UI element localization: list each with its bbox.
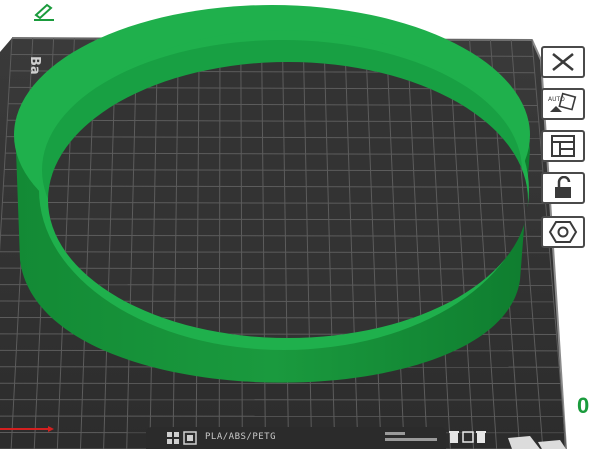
plate-icons[interactable] (166, 430, 200, 446)
viewport[interactable]: Ba AUTO 0 (0, 0, 600, 449)
filament-type-label: PLA/ABS/PETG (205, 430, 325, 444)
grid-icon (167, 432, 172, 437)
layout-button[interactable] (541, 130, 585, 162)
pencil-icon[interactable] (32, 3, 58, 21)
auto-arrange-button[interactable]: AUTO (541, 88, 585, 120)
3d-scene[interactable] (0, 0, 600, 449)
plate-stats (385, 431, 439, 443)
hexagon-nut-icon (548, 219, 578, 245)
bed-watermark: Ba (27, 56, 42, 75)
lock-open-icon (548, 176, 578, 200)
settings-button[interactable] (541, 216, 585, 248)
trash-icon-2 (477, 433, 485, 443)
object-counter: 0 (577, 393, 589, 419)
plate-action-icons[interactable] (448, 430, 488, 444)
trash-icon (450, 433, 458, 443)
layout-icon (548, 134, 578, 158)
lock-button[interactable] (541, 172, 585, 204)
close-button[interactable] (541, 46, 585, 78)
auto-label: AUTO (548, 96, 565, 103)
auto-arrange-icon: AUTO (546, 92, 580, 116)
close-icon (548, 51, 578, 73)
copy-icon (463, 432, 473, 442)
